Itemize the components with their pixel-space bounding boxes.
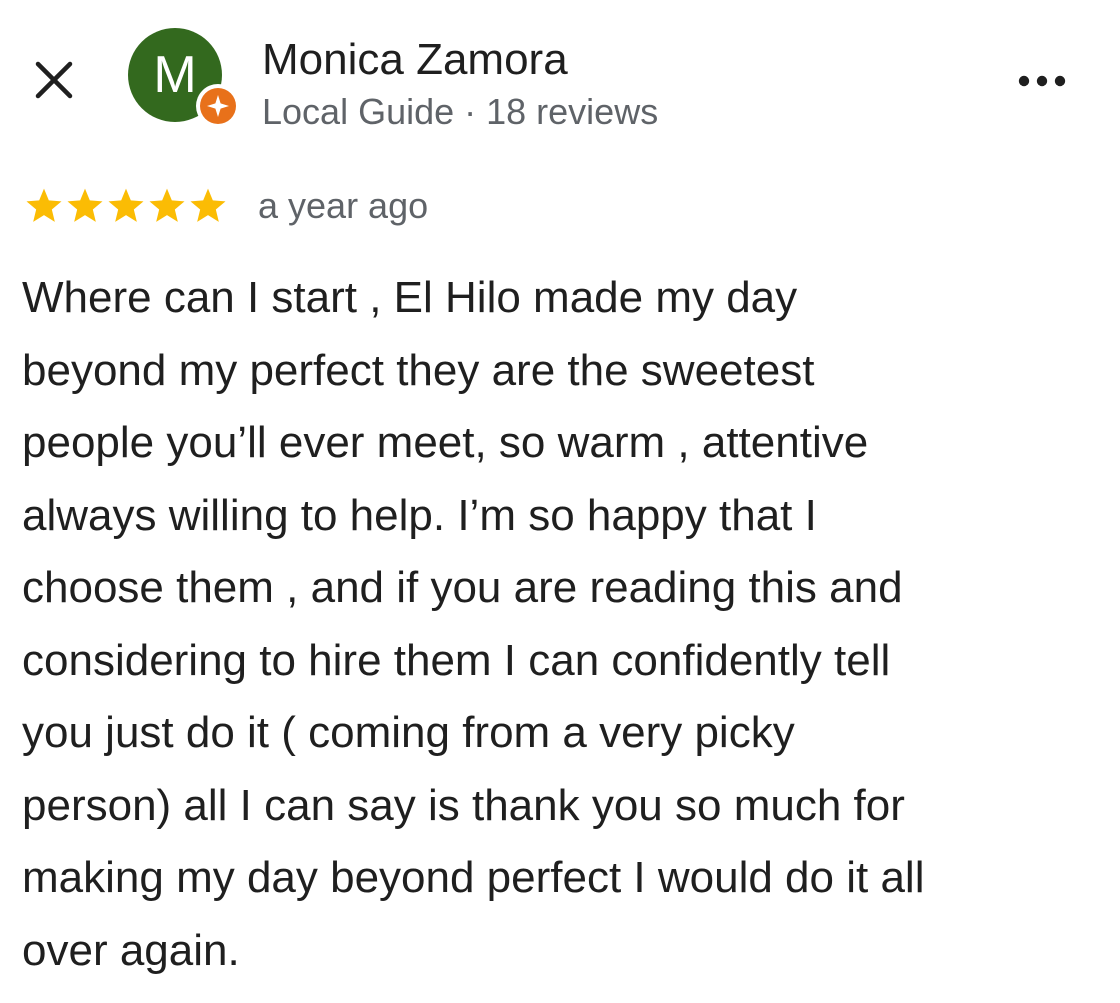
- review-text-line: person) all I can say is thank you so mu…: [22, 780, 905, 830]
- star-icon: [149, 188, 185, 222]
- review-text-line: considering to hire them I can confident…: [22, 635, 891, 685]
- rating-row: a year ago: [24, 182, 428, 230]
- star-icon: [26, 188, 62, 222]
- review-text-line: you just do it ( coming from a very pick…: [22, 708, 795, 757]
- star-icon: [108, 188, 144, 222]
- review-text-line: people you’ll ever meet, so warm , atten…: [22, 418, 869, 467]
- review-timestamp: a year ago: [258, 185, 429, 226]
- close-icon: [35, 61, 73, 99]
- user-name[interactable]: Monica Zamora: [262, 34, 568, 86]
- review-text-line: choose them , and if you are reading thi…: [22, 563, 903, 612]
- user-meta: Local Guide · 18 reviews: [262, 91, 659, 132]
- star-icon: [190, 188, 226, 222]
- review-text-line: Where can I start , El Hilo made my day: [22, 273, 798, 322]
- review-text-line: beyond my perfect they are the sweetest: [22, 345, 815, 395]
- local-guide-badge-icon: [196, 84, 240, 128]
- review-text: Where can I start , El Hilo made my day b…: [22, 262, 1107, 987]
- more-options-icon: [1018, 75, 1066, 87]
- review-text-line: always willing to help. I’m so happy tha…: [22, 490, 817, 540]
- more-options-button[interactable]: [1014, 64, 1070, 98]
- review-text-line: making my day beyond perfect I would do …: [22, 853, 925, 902]
- review-text-line: over again.: [22, 925, 240, 975]
- star-icon: [67, 188, 103, 222]
- star-rating: [24, 186, 228, 226]
- close-button[interactable]: [30, 56, 78, 104]
